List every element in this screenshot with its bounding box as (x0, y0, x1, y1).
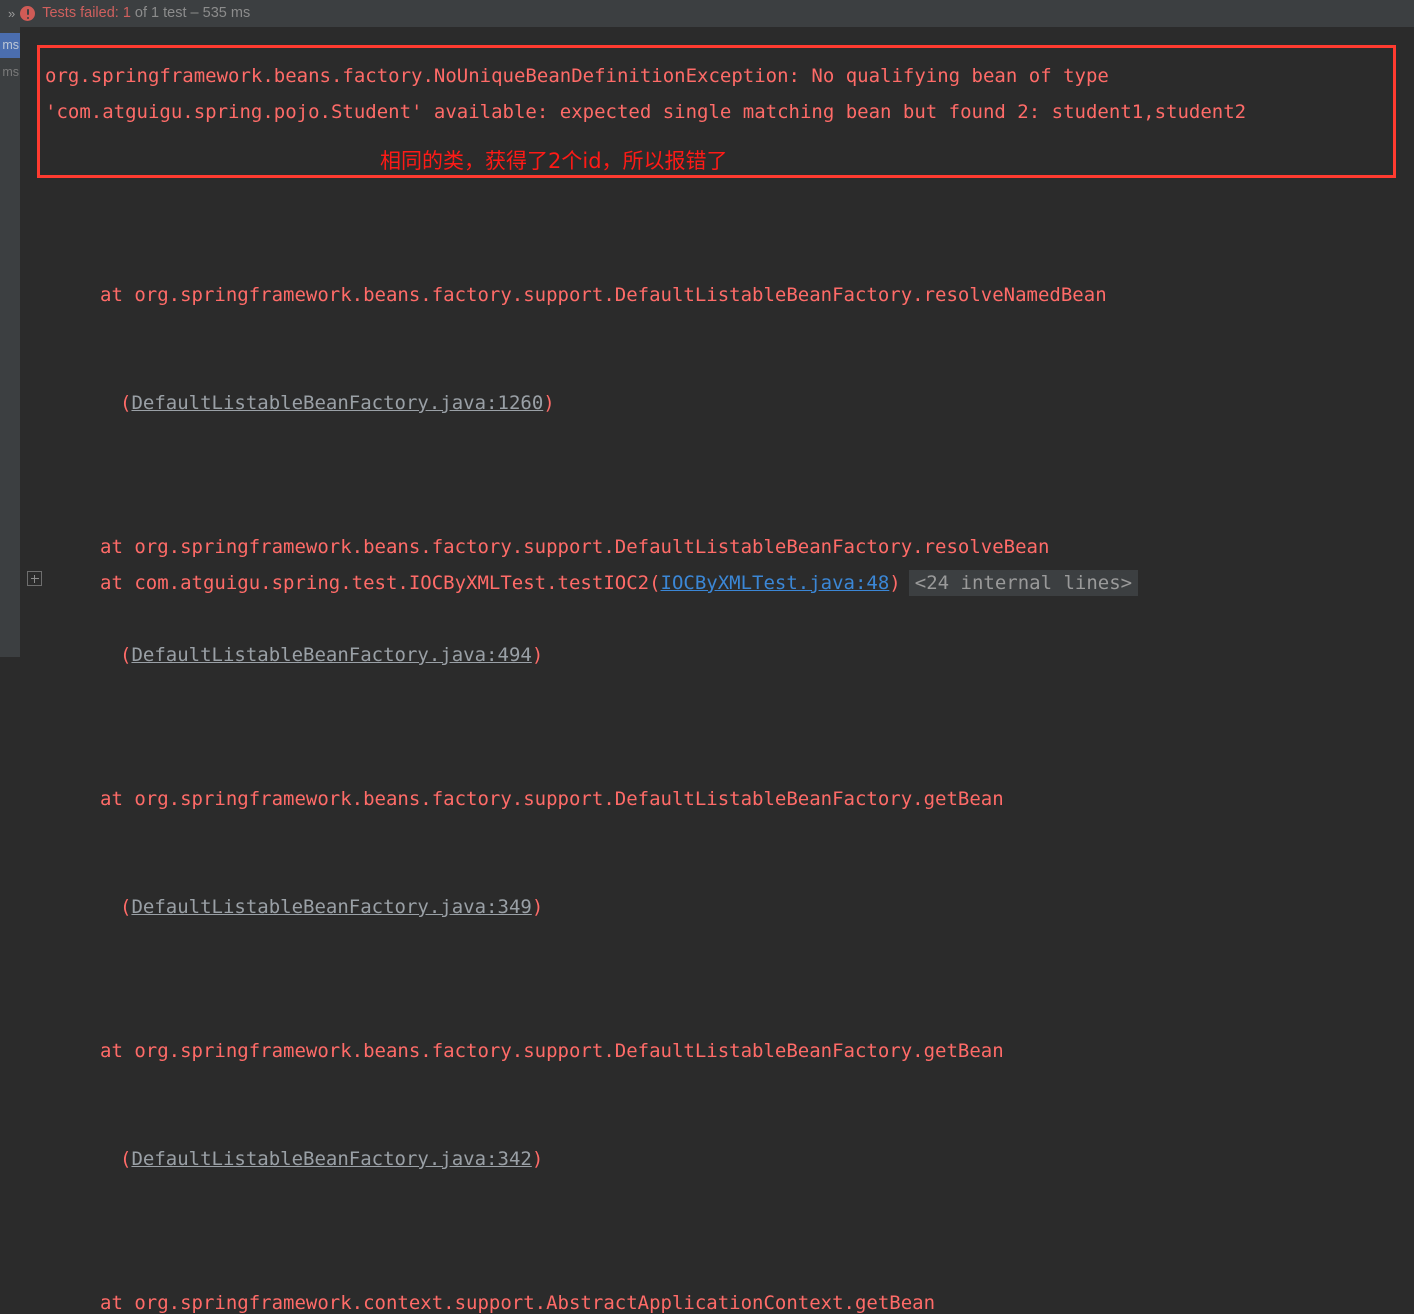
expand-chevrons-icon[interactable]: » (6, 7, 20, 20)
stack-frame-line: at org.springframework.beans.factory.sup… (100, 788, 1004, 810)
source-link[interactable]: DefaultListableBeanFactory.java:349 (131, 896, 531, 918)
stack-frame-line: at org.springframework.beans.factory.sup… (100, 284, 1107, 306)
stack-frame-line: at org.springframework.context.support.A… (100, 1292, 936, 1314)
stack-location-line: (DefaultListableBeanFactory.java:342) (20, 1141, 1414, 1177)
stack-location-line: (DefaultListableBeanFactory.java:1260) (20, 385, 1414, 421)
test-status-summary: Tests failed: 1 of 1 test – 535 ms (42, 0, 250, 27)
annotation-note-text: 相同的类，获得了2个id，所以报错了 (380, 149, 728, 173)
source-link[interactable]: DefaultListableBeanFactory.java:494 (131, 644, 531, 666)
test-tree-panel: ms ms (0, 27, 20, 657)
close-paren: ) (531, 1148, 544, 1170)
close-paren: ) (531, 644, 544, 666)
close-paren: ) (531, 896, 544, 918)
source-link[interactable]: DefaultListableBeanFactory.java:1260 (131, 392, 543, 414)
internal-lines-badge[interactable]: <24 internal lines> (908, 570, 1139, 596)
test-stack-frame-line: at com.atguigu.spring.test.IOCByXMLTest.… (20, 565, 1139, 601)
exception-message: org.springframework.beans.factory.NoUniq… (45, 65, 1247, 123)
test-frame-prefix: at com.atguigu.spring.test.IOCByXMLTest.… (100, 572, 661, 594)
tests-summary-text: of 1 test – 535 ms (130, 5, 251, 21)
open-paren: ( (120, 896, 132, 918)
test-tree-row-selected[interactable]: ms (0, 33, 20, 58)
open-paren: ( (120, 644, 132, 666)
stack-trace: at org.springframework.beans.factory.sup… (20, 205, 1414, 1314)
error-circle-icon (20, 6, 36, 21)
close-paren: ) (543, 392, 555, 414)
stack-location-line: (DefaultListableBeanFactory.java:349) (20, 889, 1414, 925)
source-link[interactable]: DefaultListableBeanFactory.java:342 (131, 1148, 531, 1170)
open-paren: ( (120, 1148, 132, 1170)
test-results-header: » Tests failed: 1 of 1 test – 535 ms (0, 0, 1414, 27)
test-frame-suffix: ) (889, 572, 901, 594)
test-source-link[interactable]: IOCByXMLTest.java:48 (661, 572, 890, 594)
stack-frame-line: at org.springframework.beans.factory.sup… (100, 1040, 1004, 1062)
stack-location-line: (DefaultListableBeanFactory.java:494) (20, 637, 1414, 673)
tests-failed-count: 1 (118, 5, 131, 21)
open-paren: ( (120, 392, 132, 414)
test-tree-row[interactable]: ms (0, 60, 20, 85)
stack-frame-line: at org.springframework.beans.factory.sup… (100, 536, 1050, 558)
console-output-panel[interactable]: org.springframework.beans.factory.NoUniq… (20, 27, 1414, 1314)
tests-failed-label: Tests failed: (42, 5, 119, 21)
